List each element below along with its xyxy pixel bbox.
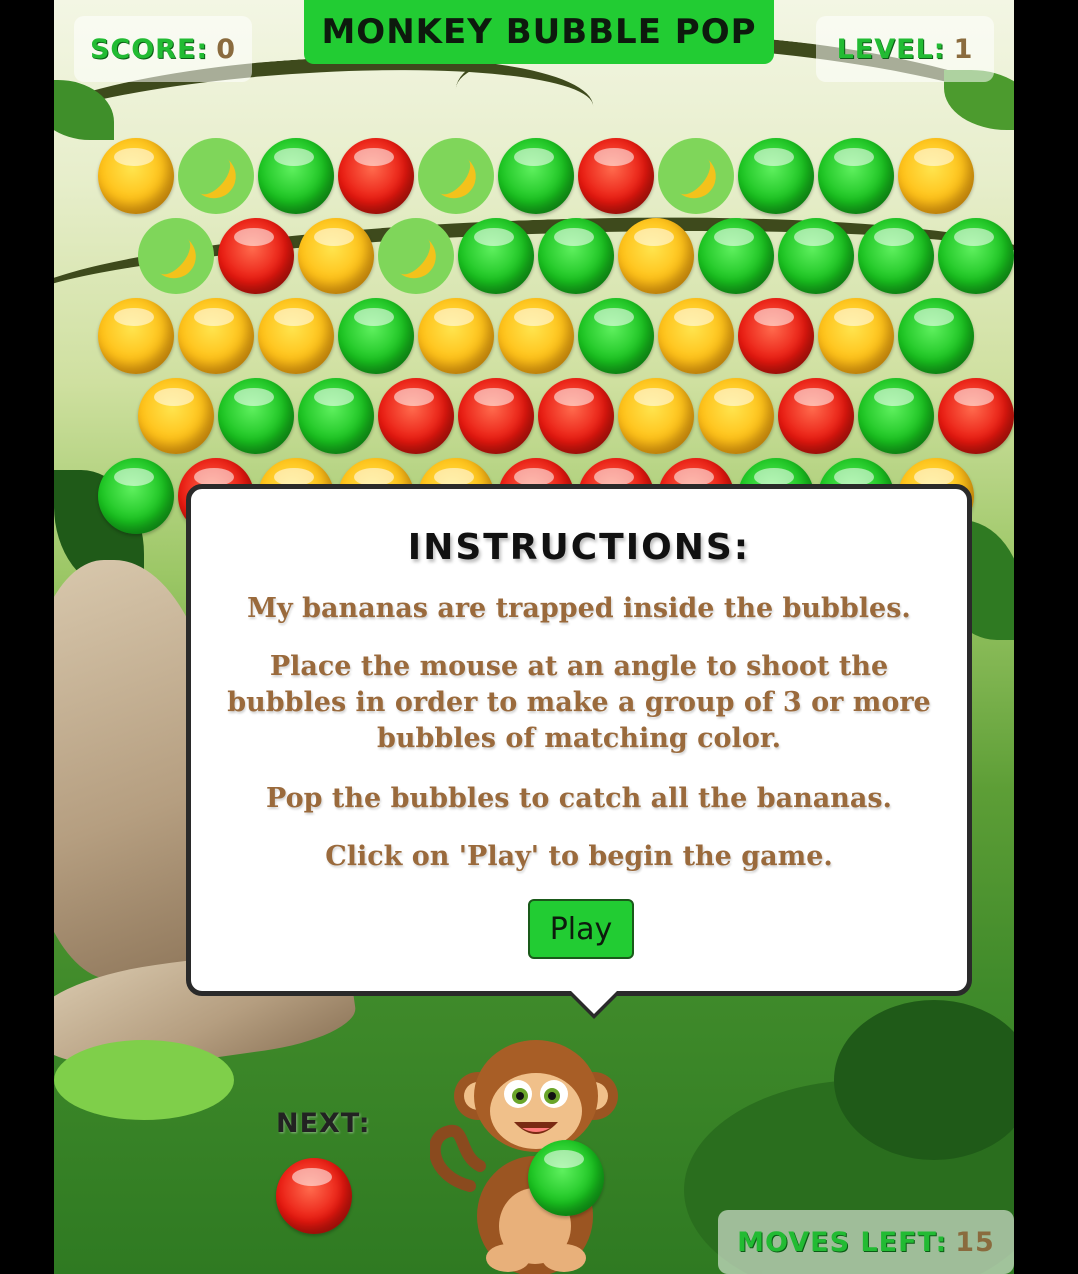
banana-icon [421,144,485,208]
modal-tail [570,990,618,1014]
red-bubble [938,378,1014,454]
green-bubble [898,298,974,374]
red-bubble [218,218,294,294]
green-bubble [578,298,654,374]
yellow-bubble [618,378,694,454]
game-title-text: MONKEY BUBBLE POP [321,12,757,52]
yellow-bubble [98,138,174,214]
red-bubble [738,298,814,374]
score-display: SCORE: 0 [74,16,252,82]
instruction-text: Click on 'Play' to begin the game. [325,841,833,872]
banana-bubble [178,138,254,214]
green-bubble [338,298,414,374]
green-bubble [538,218,614,294]
instruction-text: Place the mouse at an angle to shoot the… [227,651,931,754]
yellow-bubble [258,298,334,374]
green-bubble [858,378,934,454]
red-bubble [378,378,454,454]
banana-bubble [378,218,454,294]
green-bubble [458,218,534,294]
yellow-bubble [178,298,254,374]
yellow-bubble [98,298,174,374]
red-bubble [578,138,654,214]
yellow-bubble [658,298,734,374]
monkey-shooter[interactable] [430,1036,630,1274]
banana-bubble [658,138,734,214]
instructions-title: INSTRUCTIONS: [407,527,751,568]
moves-value: 15 [955,1226,995,1258]
banana-bubble [418,138,494,214]
next-label: NEXT: [276,1108,371,1139]
green-bubble [858,218,934,294]
game-area[interactable]: SCORE: 0 MONKEY BUBBLE POP LEVEL: 1 NEXT… [54,0,1014,1274]
play-button[interactable]: Play [528,899,634,959]
banana-bubble [138,218,214,294]
yellow-bubble [618,218,694,294]
banana-icon [381,224,445,288]
yellow-bubble [138,378,214,454]
level-label: LEVEL: [836,33,946,65]
level-value: 1 [953,33,974,65]
instruction-text: My bananas are trapped inside the bubble… [247,593,911,624]
green-bubble [498,138,574,214]
instruction-text: Pop the bubbles to catch all the bananas… [266,783,892,814]
yellow-bubble [418,298,494,374]
yellow-bubble [818,298,894,374]
game-title: MONKEY BUBBLE POP [304,0,774,64]
current-bubble [528,1140,604,1216]
bush-decor [54,1040,234,1120]
moves-label: MOVES LEFT: [737,1226,948,1258]
green-bubble [98,458,174,534]
green-bubble [778,218,854,294]
green-bubble [818,138,894,214]
level-display: LEVEL: 1 [816,16,994,82]
green-bubble [258,138,334,214]
green-bubble [218,378,294,454]
green-bubble [298,378,374,454]
yellow-bubble [498,298,574,374]
banana-icon [141,224,205,288]
green-bubble [938,218,1014,294]
red-bubble [338,138,414,214]
green-bubble [698,218,774,294]
red-bubble [458,378,534,454]
instructions-dialog: INSTRUCTIONS: My bananas are trapped ins… [186,484,972,996]
yellow-bubble [298,218,374,294]
yellow-bubble [698,378,774,454]
green-bubble [738,138,814,214]
next-bubble [276,1158,352,1234]
banana-icon [181,144,245,208]
banana-icon [661,144,725,208]
moves-display: MOVES LEFT: 15 [718,1210,1014,1274]
yellow-bubble [898,138,974,214]
score-label: SCORE: [89,33,209,65]
score-value: 0 [216,33,237,65]
red-bubble [778,378,854,454]
red-bubble [538,378,614,454]
